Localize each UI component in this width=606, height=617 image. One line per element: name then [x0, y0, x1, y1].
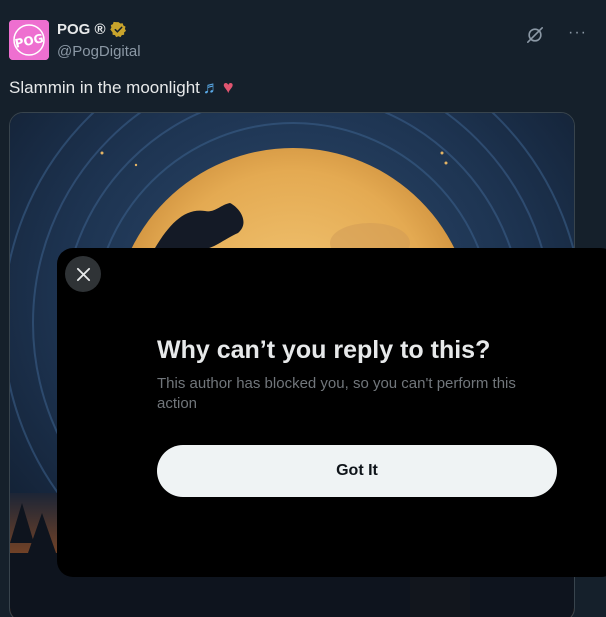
display-name[interactable]: POG ®: [57, 21, 106, 38]
more-icon[interactable]: ···: [568, 24, 587, 42]
avatar-logo: POG: [9, 20, 49, 60]
close-icon: [76, 267, 90, 281]
avatar[interactable]: POG: [9, 20, 49, 60]
musical-notes-emoji-icon: ♬: [202, 77, 220, 97]
grok-icon[interactable]: [526, 26, 544, 44]
tweet-body: Slammin in the moonlight: [9, 77, 200, 97]
handle[interactable]: @PogDigital: [57, 43, 141, 60]
tweet-text: Slammin in the moonlight ♬ ♥: [9, 77, 234, 98]
gold-verified-icon[interactable]: [109, 21, 127, 38]
modal-body: This author has blocked you, so you can'…: [157, 375, 516, 412]
name-row: POG ®: [57, 21, 127, 38]
heart-emoji-icon: ♥: [222, 77, 234, 97]
close-button[interactable]: [65, 256, 101, 292]
page: POG POG ® @PogDigital ··· Slammin in the…: [0, 0, 606, 617]
modal-title: Why can’t you reply to this?: [157, 336, 491, 364]
tweet-header: POG POG ® @PogDigital ···: [9, 20, 599, 64]
reply-restriction-modal: Why can’t you reply to this? This author…: [57, 248, 606, 577]
got-it-button[interactable]: Got It: [157, 445, 557, 497]
